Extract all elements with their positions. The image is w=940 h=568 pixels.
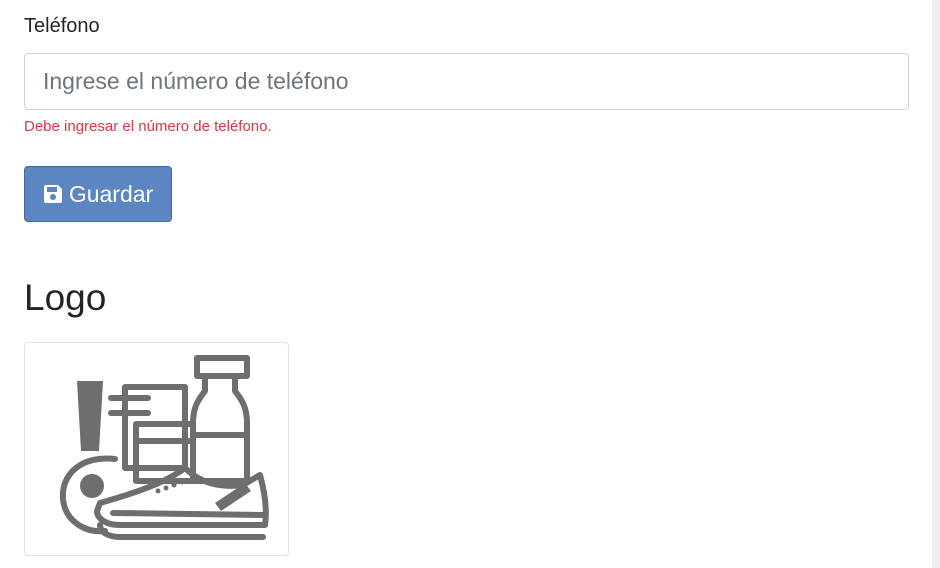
phone-label: Teléfono — [24, 15, 100, 37]
form-card: Teléfono Debe ingresar el número de telé… — [0, 0, 932, 568]
phone-input[interactable] — [24, 53, 909, 110]
page-scroll-edge — [932, 0, 940, 568]
phone-error-message: Debe ingresar el número de teléfono. — [24, 118, 272, 135]
save-button-label: Guardar — [68, 180, 154, 207]
floppy-disk-icon — [43, 184, 63, 204]
products-shoe-bottle-icon — [59, 355, 269, 540]
save-button[interactable]: Guardar — [24, 166, 172, 222]
logo-image-frame[interactable] — [24, 342, 289, 556]
logo-section-title: Logo — [24, 277, 107, 318]
